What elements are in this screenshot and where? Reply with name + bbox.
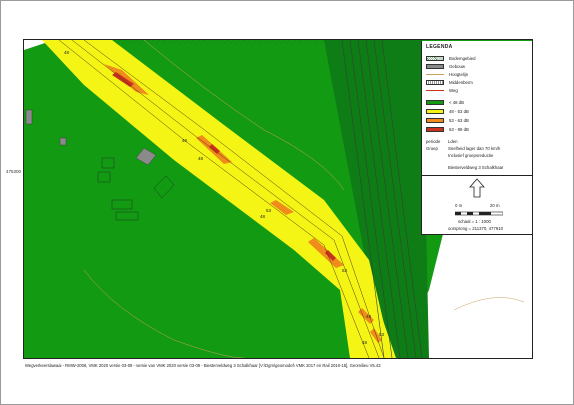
legend-meta: periode Lden: [426, 139, 458, 144]
legend-panel: LEGENDA Bodemgebied Gebouw Hoogtelijn Mi…: [421, 41, 532, 235]
meta-key: [426, 153, 448, 158]
class-label: 63 - 99 dB: [449, 126, 469, 132]
class-label: < 48 dB: [449, 99, 464, 105]
legend-item-label: Middenberm: [449, 79, 473, 85]
legend-title: LEGENDA: [426, 44, 453, 50]
contour-label: 48: [64, 50, 70, 55]
meta-value: Biesterveldweg 3 Schalkhaar: [448, 165, 504, 170]
class-swatch: [426, 99, 444, 105]
scale-origin: oorsprong = 211370, 477910: [448, 226, 503, 231]
legend-class: 48 - 53 dB: [426, 108, 469, 114]
class-swatch: [426, 126, 444, 132]
legend-class: 53 - 63 dB: [426, 117, 469, 123]
meta-value: Inclusief groepsreductie: [448, 153, 494, 158]
meta-value: Lden: [448, 139, 458, 144]
legend-item: Weg: [426, 87, 458, 93]
scale-ratio: schaal = 1 : 1000: [458, 219, 491, 224]
hatched-ground: [114, 40, 324, 44]
legend-class: < 48 dB: [426, 99, 464, 105]
legend-class: 63 - 99 dB: [426, 126, 469, 132]
hatched-area-icon: [426, 55, 444, 61]
map-sheet: 475300 48 48 48 53 48 53 53 48 48 LEGEND…: [0, 0, 574, 405]
legend-item: Bodemgebied: [426, 55, 476, 61]
legend-meta: Groep Snelheid lager dan 70 km/h: [426, 146, 500, 151]
y-coordinate-label: 475300: [6, 169, 22, 174]
legend-separator: [422, 175, 532, 176]
contour-label: 48: [198, 156, 204, 161]
legend-meta: Inclusief groepsreductie: [426, 153, 493, 158]
class-label: 48 - 53 dB: [449, 108, 469, 114]
building-2: [59, 137, 67, 146]
legend-item-label: Bodemgebied: [449, 55, 476, 61]
contour-label: 48: [366, 314, 372, 319]
contour-label: 48: [182, 138, 188, 143]
legend-item-label: Weg: [449, 87, 458, 93]
grey-building-icon: [426, 63, 444, 69]
legend-item: Gebouw: [426, 63, 465, 69]
north-arrow-icon: [469, 178, 485, 198]
scale-bar: [455, 211, 503, 216]
median-strip-icon: [426, 79, 444, 85]
class-swatch: [426, 117, 444, 123]
class-label: 53 - 63 dB: [449, 117, 469, 123]
scale-right-label: 20 m: [490, 203, 500, 208]
contour-label: 53: [342, 268, 348, 273]
contour-line-icon: [426, 73, 444, 75]
meta-key: periode: [426, 139, 441, 144]
contour-label: 53: [379, 332, 385, 337]
class-swatch: [426, 108, 444, 114]
meta-key: Groep: [426, 146, 438, 151]
road-line-icon: [426, 89, 444, 91]
contour-label: 48: [260, 214, 266, 219]
footer-caption: Wegverkeerslawaai - RMW-2006, VMK 2020 v…: [25, 363, 381, 368]
legend-item: Hoogtelijn: [426, 71, 468, 77]
legend-meta: Biesterveldweg 3 Schalkhaar: [426, 165, 503, 170]
legend-item: Middenberm: [426, 79, 473, 85]
meta-value: Snelheid lager dan 70 km/h: [448, 146, 501, 151]
meta-key: [426, 165, 448, 170]
contour-label: 48: [362, 340, 368, 345]
scale-left-label: 0 m: [455, 203, 463, 208]
legend-item-label: Hoogtelijn: [449, 71, 469, 77]
building-3: [25, 109, 33, 125]
legend-item-label: Gebouw: [449, 63, 466, 69]
contour-label: 53: [266, 208, 272, 213]
